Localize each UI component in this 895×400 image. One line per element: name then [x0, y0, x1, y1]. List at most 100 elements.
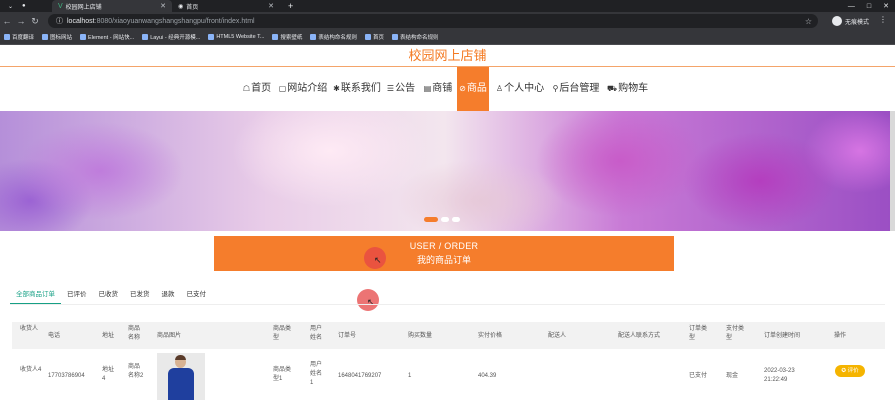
carousel-dot[interactable]: [452, 217, 460, 222]
site-title: 校园网上店铺: [408, 48, 487, 63]
nav-notice[interactable]: ☰公告: [386, 67, 416, 111]
tab-shipped[interactable]: 已发货: [124, 288, 156, 304]
cell-pay-type: 现金: [726, 373, 739, 379]
nav-user-center[interactable]: ♙个人中心: [495, 67, 545, 111]
bookmark-icon: [310, 34, 317, 40]
incognito-icon: [831, 16, 842, 26]
review-button-label: 评价: [847, 368, 859, 374]
order-status-tabs: 全部商品订单 已评价 已收货 已发货 退款 已支付: [10, 288, 212, 304]
vue-icon: V: [58, 2, 63, 10]
bookmark-icon: [272, 34, 279, 40]
close-tab-icon[interactable]: ✕: [160, 2, 166, 10]
bookmark-item[interactable]: 图标网站: [42, 33, 72, 41]
nav-label: 网站介绍: [287, 83, 328, 94]
cell-quantity: 1: [408, 373, 412, 379]
table-row[interactable]: 收货人4 17703786904 地址4 商品名称2 商品类型1 用户姓名1 1…: [12, 351, 885, 400]
photo-body-shape: [168, 368, 194, 400]
nav-label: 个人中心: [504, 83, 545, 94]
nav-label: 公告: [395, 83, 416, 94]
col-courier: 配送人: [548, 333, 567, 339]
browser-tab-strip: ⌄ ● V 校园网上店铺 ✕ ◉ 首页 ✕ + — □ ✕: [0, 0, 895, 12]
nav-label: 购物车: [618, 83, 649, 94]
bookmarks-bar: 百度翻译 图标网站 Element - 网站快... Layui - 经典开源模…: [0, 30, 895, 45]
bookmark-label: Layui - 经典开源模...: [150, 35, 201, 41]
pinned-tab-icon[interactable]: ●: [16, 0, 28, 12]
page-scrollbar[interactable]: [890, 111, 895, 231]
link-icon: ⚲: [552, 84, 559, 93]
close-window-icon[interactable]: ✕: [883, 2, 889, 10]
tab-all-orders[interactable]: 全部商品订单: [10, 288, 61, 304]
col-phone: 电话: [48, 333, 61, 339]
nav-label: 商铺: [432, 83, 453, 94]
bookmark-item[interactable]: 搜索壁纸: [272, 33, 302, 41]
nav-admin[interactable]: ⚲后台管理: [551, 67, 601, 111]
forward-icon[interactable]: →: [14, 16, 28, 26]
browser-tab-2[interactable]: ◉ 首页 ✕: [172, 0, 280, 12]
col-created: 订单创建时间: [764, 333, 801, 339]
bookmark-label: Element - 网站快...: [88, 35, 135, 41]
banner-carousel[interactable]: [0, 111, 890, 231]
review-button[interactable]: ✪ 评价: [835, 365, 865, 377]
tab-received[interactable]: 已收货: [93, 288, 125, 304]
web-page: 校园网上店铺 ☖首页 ▢网站介绍 ✱联系我们 ☰公告 ▤商铺 ⊘商品 ♙个人中心…: [0, 45, 895, 400]
col-receiver: 收货人: [20, 326, 39, 332]
bookmark-item[interactable]: Layui - 经典开源模...: [142, 33, 200, 41]
maximize-icon[interactable]: □: [867, 3, 871, 10]
tab-search-icon-glyph: ⌄: [8, 3, 14, 10]
product-photo[interactable]: [157, 353, 205, 400]
bookmark-label: 搜索壁纸: [280, 35, 303, 41]
tab-paid[interactable]: 已支付: [181, 288, 213, 304]
col-order-type: 订单类型: [689, 326, 708, 341]
page-icon: ◉: [178, 3, 184, 10]
reload-icon[interactable]: ↻: [28, 16, 42, 27]
col-user-name: 用户姓名: [310, 326, 323, 341]
url-host: localhost: [67, 17, 95, 25]
nav-about[interactable]: ▢网站介绍: [278, 67, 328, 111]
minimize-icon[interactable]: —: [848, 3, 855, 10]
list-icon: ☰: [386, 84, 395, 93]
close-tab-icon[interactable]: ✕: [268, 2, 274, 10]
incognito-profile[interactable]: 无痕模式: [831, 15, 869, 27]
bookmark-item[interactable]: 首页: [364, 33, 384, 41]
tab-refund[interactable]: 退款: [156, 288, 181, 304]
col-quantity: 购买数量: [408, 333, 433, 339]
bookmark-item[interactable]: 表结构命名规则: [391, 33, 438, 41]
carousel-dot-active[interactable]: [424, 217, 438, 222]
new-tab-button[interactable]: +: [282, 0, 296, 12]
photo-hair-shape: [175, 355, 186, 360]
cell-user-name: 用户姓名1: [310, 362, 323, 386]
nav-contact[interactable]: ✱联系我们: [332, 67, 382, 111]
col-courier-phone: 配送人联系方式: [618, 333, 661, 339]
profile-label: 无痕模式: [844, 19, 869, 26]
col-order-no: 订单号: [338, 333, 357, 339]
order-header-cn: 我的商品订单: [416, 255, 471, 265]
carousel-dot[interactable]: [441, 217, 449, 222]
cell-order-no: 1648041769207: [338, 373, 382, 379]
bookmark-item[interactable]: HTML5 Website T...: [208, 34, 264, 40]
browser-tab-1-title: 校园网上店铺: [65, 4, 102, 11]
bookmark-icon: [80, 34, 87, 40]
bookmark-star-icon[interactable]: ☆: [805, 17, 812, 26]
bookmark-item[interactable]: 表结构命名规则: [310, 33, 357, 41]
bookmark-label: HTML5 Website T...: [216, 34, 265, 40]
nav-cart[interactable]: ⛟购物车: [607, 67, 649, 111]
cell-price: 404.39: [478, 373, 497, 379]
store-icon: ▤: [423, 84, 432, 93]
menu-kebab-icon[interactable]: ⋮: [879, 15, 887, 24]
tab-reviewed[interactable]: 已评价: [61, 288, 93, 304]
bookmark-icon: [4, 34, 10, 40]
nav-products[interactable]: ⊘商品: [457, 67, 489, 111]
bookmark-item[interactable]: Element - 网站快...: [80, 33, 134, 41]
cell-product-type: 商品类型1: [273, 367, 292, 382]
url-input[interactable]: ⓘ localhost:8080/xiaoyuanwangshangshangp…: [48, 14, 818, 28]
bookmark-icon: [42, 34, 49, 40]
back-icon[interactable]: ←: [0, 16, 14, 26]
tab-search-icon[interactable]: ⌄: [2, 0, 16, 12]
home-icon: ☖: [242, 84, 251, 93]
bookmark-icon: [208, 34, 215, 40]
nav-shops[interactable]: ▤商铺: [422, 67, 454, 111]
browser-tab-1[interactable]: V 校园网上店铺 ✕: [52, 0, 172, 12]
nav-home[interactable]: ☖首页: [238, 67, 276, 111]
bookmark-item[interactable]: 百度翻译: [4, 33, 34, 41]
cell-product-name: 商品名称2: [128, 364, 144, 379]
